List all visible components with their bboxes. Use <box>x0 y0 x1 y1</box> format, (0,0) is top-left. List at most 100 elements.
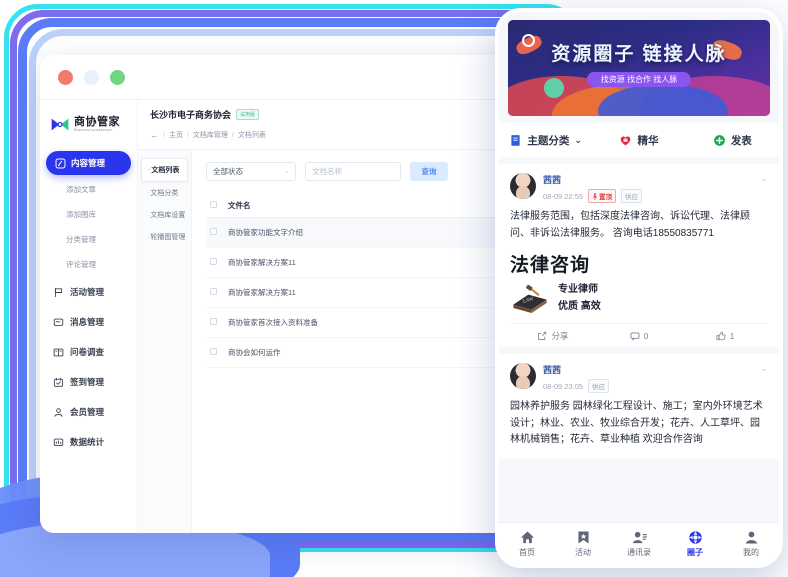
page-title: 长沙市电子商务协会 <box>150 110 232 120</box>
arrow-left-icon[interactable]: ← <box>150 130 159 140</box>
row-checkbox[interactable] <box>210 288 217 295</box>
chevron-down-icon[interactable]: ⌄ <box>760 363 768 374</box>
tab-label: 圈子 <box>687 547 703 557</box>
sidebar: 商协管家 Business housekeeper 内容管理 添加文章 添加图库… <box>40 100 138 533</box>
submenu-item-document-category[interactable]: ·文档分类 <box>141 182 188 204</box>
close-button[interactable] <box>58 69 73 85</box>
breadcrumb-item-doclist[interactable]: 文档列表 <box>238 130 266 140</box>
cell-filename: 商协会如何运作 <box>228 337 500 368</box>
chevron-down-icon[interactable]: ⌄ <box>760 173 768 184</box>
banner-title: 资源圈子 链接人脉 <box>551 44 727 65</box>
post-author[interactable]: 茜茜 <box>543 173 753 186</box>
sidebar-item-message[interactable]: 消息管理 <box>40 307 137 337</box>
sidebar-item-member[interactable]: 会员管理 <box>40 397 137 427</box>
pin-icon <box>592 192 598 200</box>
row-checkbox[interactable] <box>210 318 217 325</box>
submenu-item-library-settings[interactable]: ·文档库设置 <box>141 204 188 226</box>
law-book-icon: LAW <box>513 284 547 313</box>
logo-title: 商协管家 <box>74 115 120 128</box>
tab-profile[interactable]: 我的 <box>723 523 779 564</box>
tab-home[interactable]: 首页 <box>499 523 555 564</box>
tab-label: 通讯录 <box>627 547 651 557</box>
sidebar-item-survey[interactable]: 问卷调查 <box>40 337 137 367</box>
logo-subtitle: Business housekeeper <box>74 127 113 132</box>
cell-filename: 商协管家首次接入资料准备 <box>228 307 500 338</box>
chevron-down-icon: ⌄ <box>283 169 289 175</box>
promo-title: 法律咨询 <box>510 255 591 276</box>
message-icon <box>53 318 64 326</box>
sidebar-subitem-add-gallery[interactable]: 添加图库 <box>40 202 137 227</box>
sidebar-item-activity[interactable]: 活动管理 <box>40 277 137 307</box>
main-content: 长沙市电子商务协会 试用版 商学院 ← / 主页 / 文档库管理 / 文档列表 <box>138 100 552 533</box>
feed-toolbar: 主题分类 ⌄ 精华 发表 <box>499 123 779 157</box>
tab-contacts[interactable]: 通讯录 <box>611 523 667 564</box>
sidebar-item-checkin[interactable]: 签到管理 <box>40 367 137 397</box>
sidebar-item-content-management[interactable]: 内容管理 <box>46 151 131 175</box>
row-checkbox[interactable] <box>210 348 217 355</box>
bowtie-logo-icon <box>51 118 69 131</box>
search-button[interactable]: 查询 <box>410 162 448 181</box>
essence-button[interactable]: 精华 <box>592 133 685 148</box>
breadcrumb-item-doclib[interactable]: 文档库管理 <box>193 130 228 140</box>
bullet-icon: · <box>147 190 150 197</box>
sidebar-item-label: 消息管理 <box>70 317 105 327</box>
comment-button[interactable]: 0 <box>596 331 682 341</box>
avatar[interactable] <box>510 363 536 389</box>
select-all-checkbox[interactable] <box>210 201 217 208</box>
select-all-cell <box>206 194 228 218</box>
profile-icon <box>745 531 757 543</box>
like-button[interactable]: 1 <box>682 331 768 341</box>
contacts-icon <box>632 531 647 543</box>
status-badge: 试用版 <box>236 109 260 120</box>
banner-circle-icon <box>522 34 535 47</box>
post-timestamp: 08-09 22:55 <box>543 191 584 201</box>
post-meta: 茜茜 08-09 22:55 置顶 供应 <box>543 173 753 203</box>
sidebar-item-statistics[interactable]: 数据统计 <box>40 427 137 457</box>
pinned-label: 置顶 <box>599 194 613 201</box>
mobile-device: 资源圈子 链接人脉 找资源 找合作 找人脉 主题分类 ⌄ 精华 发表 茜茜 08… <box>495 8 783 568</box>
minimize-button[interactable] <box>84 69 99 85</box>
submenu-item-document-list[interactable]: ·文档列表 <box>141 158 188 182</box>
topic-category-label: 主题分类 <box>527 134 570 147</box>
page-header: 长沙市电子商务协会 试用版 商学院 ← / 主页 / 文档库管理 / 文档列表 <box>138 100 552 140</box>
publish-label: 发表 <box>730 134 752 147</box>
promo-line-1: 专业律师 <box>558 284 598 295</box>
banner-subtitle: 找资源 找合作 找人脉 <box>586 72 692 87</box>
bookmark-star-icon <box>577 531 589 543</box>
post-header: 茜茜 08-09 22:55 置顶 供应 ⌄ <box>510 173 768 203</box>
submenu-item-label: 文档库设置 <box>150 212 186 219</box>
post-author[interactable]: 茜茜 <box>543 363 753 376</box>
status-select[interactable]: 全部状态 ⌄ <box>206 162 296 181</box>
tab-label: 我的 <box>743 547 759 557</box>
promo-line-2: 优质 高效 <box>558 301 601 312</box>
sidebar-subitem-comments[interactable]: 评论管理 <box>40 252 137 277</box>
maximize-button[interactable] <box>110 69 125 85</box>
bullet-icon: · <box>147 234 150 241</box>
post-item[interactable]: 茜茜 08-09 22:55 置顶 供应 ⌄ 法律服务范围，包括深度法律咨询、诉… <box>499 164 779 347</box>
row-checkbox[interactable] <box>210 228 217 235</box>
topic-category-button[interactable]: 主题分类 ⌄ <box>499 133 592 148</box>
share-button[interactable]: 分享 <box>510 330 596 342</box>
promo-banner[interactable]: 资源圈子 链接人脉 找资源 找合作 找人脉 <box>508 20 770 116</box>
tab-label: 首页 <box>519 547 535 557</box>
row-select-cell <box>206 247 228 278</box>
post-promo-image[interactable]: 法律咨询 LAW 专业律师 优质 高效 <box>510 250 768 315</box>
breadcrumb: ← / 主页 / 文档库管理 / 文档列表 <box>150 130 540 140</box>
category-icon <box>511 134 520 146</box>
submenu-item-carousel-manage[interactable]: ·轮播图管理 <box>141 226 188 248</box>
tab-activity[interactable]: 活动 <box>555 523 611 564</box>
document-name-placeholder: 文档名称 <box>312 167 342 176</box>
comment-icon <box>630 331 640 340</box>
sidebar-subitem-category[interactable]: 分类管理 <box>40 227 137 252</box>
home-icon <box>520 531 534 543</box>
avatar[interactable] <box>510 173 536 199</box>
breadcrumb-item-home[interactable]: 主页 <box>169 130 183 140</box>
sidebar-subitem-add-article[interactable]: 添加文章 <box>40 177 137 202</box>
document-name-input[interactable]: 文档名称 <box>305 162 401 181</box>
row-checkbox[interactable] <box>210 258 217 265</box>
publish-button[interactable]: 发表 <box>686 133 779 148</box>
tab-circle[interactable]: 圈子 <box>667 523 723 564</box>
post-feed: 茜茜 08-09 22:55 置顶 供应 ⌄ 法律服务范围，包括深度法律咨询、诉… <box>499 157 779 522</box>
post-item[interactable]: 茜茜 08-09 23:05 供应 ⌄ 园林养护服务 园林绿化工程设计、施工；室… <box>499 354 779 459</box>
like-icon <box>716 331 726 340</box>
